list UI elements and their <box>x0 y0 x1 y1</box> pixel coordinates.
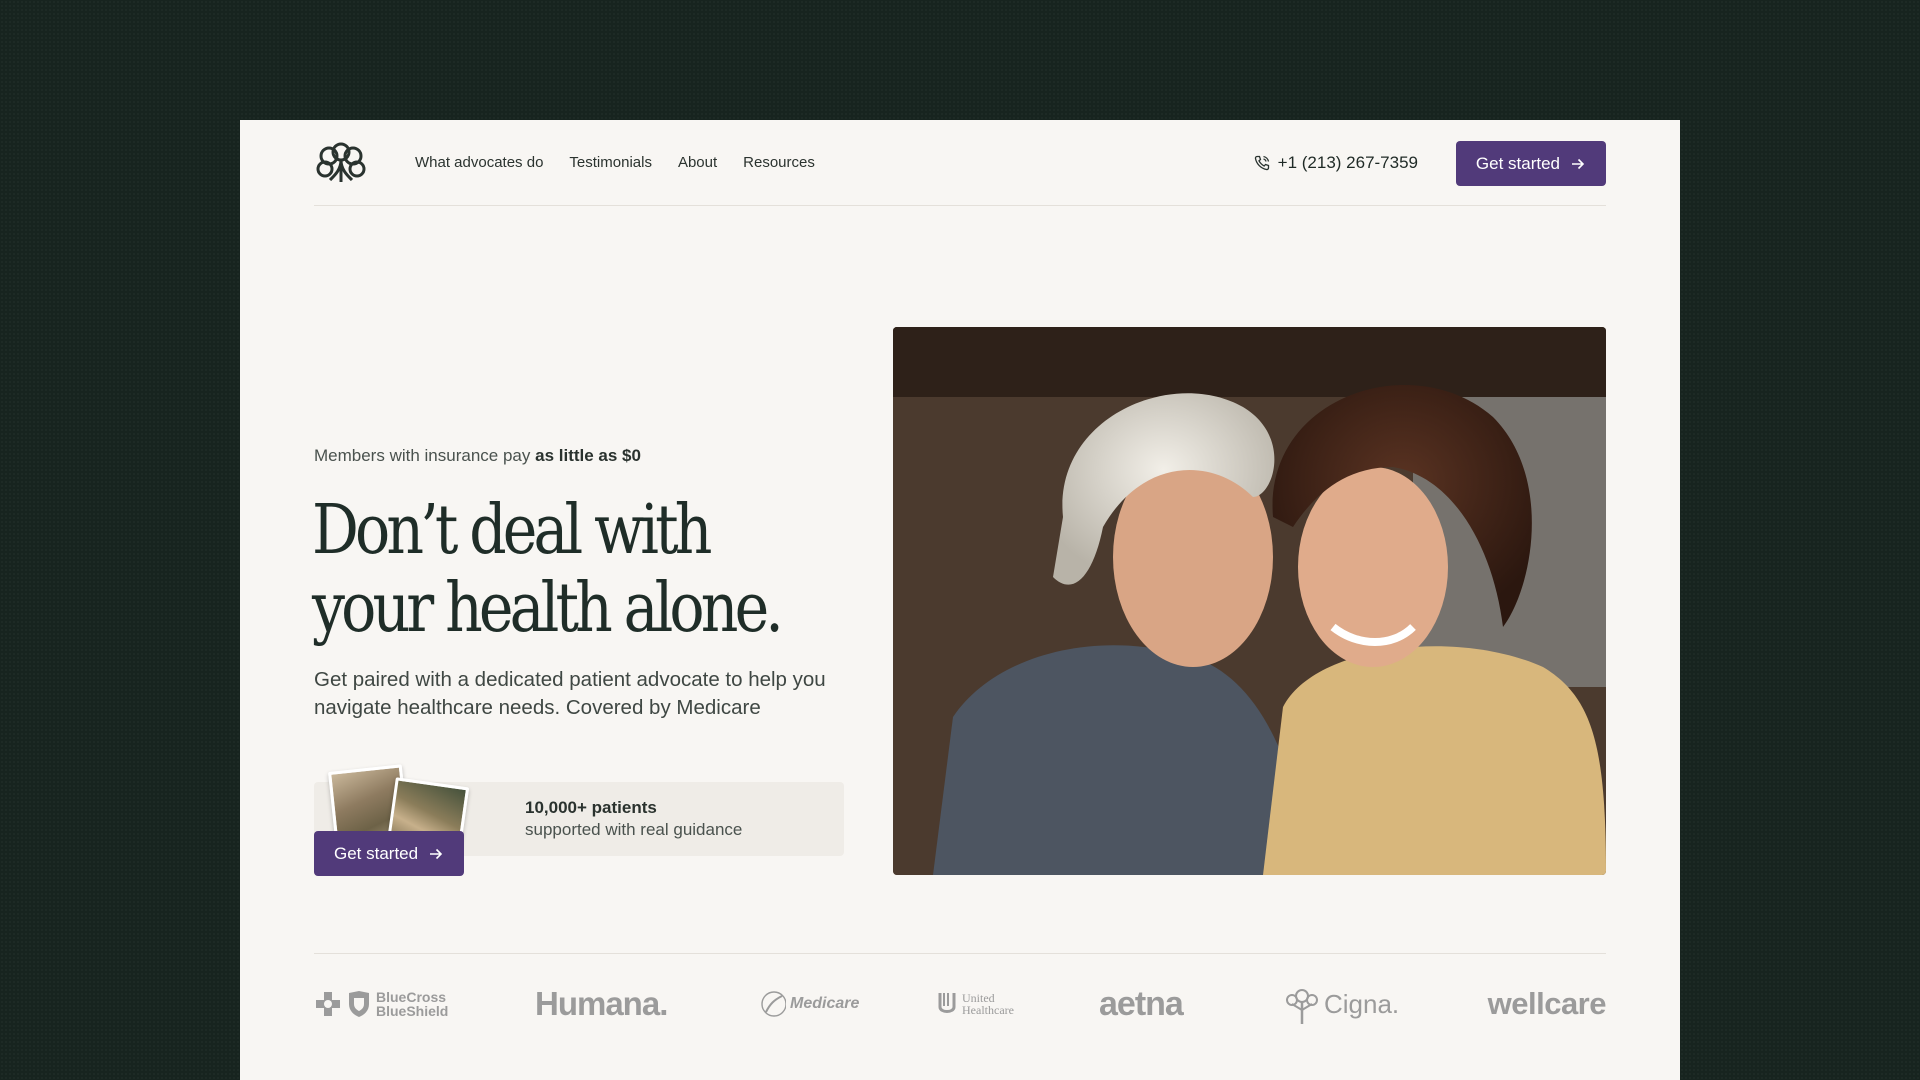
hero-get-started-button[interactable]: Get started <box>314 831 465 876</box>
arrow-right-icon <box>430 848 443 859</box>
insurance-partner-logos: BlueCross BlueShield Humana. Medicare Un… <box>314 982 1607 1026</box>
phone-icon <box>1254 155 1269 171</box>
humana-logo: Humana. <box>535 985 668 1022</box>
eyebrow-emphasis: as little as $0 <box>535 446 641 465</box>
hero-photo-illustration <box>893 327 1606 875</box>
nav-link-resources[interactable]: Resources <box>743 154 815 171</box>
uhc-u-icon <box>938 993 956 1013</box>
social-proof-text: 10,000+ patients supported with real gui… <box>525 798 742 840</box>
uhc-wordmark: United Healthcare <box>962 992 1014 1016</box>
phone-link[interactable]: +1 (213) 267-7359 <box>1254 153 1418 173</box>
hero-photo-grandmother-and-granddaughter <box>893 327 1606 875</box>
medicare-logo: Medicare <box>760 982 859 1026</box>
bcbs-line-1: BlueCross <box>376 989 447 1005</box>
bcbs-wordmark: BlueCross BlueShield <box>376 990 448 1018</box>
pricing-eyebrow: Members with insurance pay as little as … <box>314 446 641 466</box>
cigna-tree-icon <box>1286 989 1318 1024</box>
bcbs-line-2: BlueShield <box>376 1003 449 1019</box>
nav-link-testimonials[interactable]: Testimonials <box>569 154 652 171</box>
eyebrow-text: Members with insurance pay <box>314 446 531 465</box>
nav-link-about[interactable]: About <box>678 154 717 171</box>
top-nav: What advocates do Testimonials About Res… <box>314 120 1606 206</box>
nav-links: What advocates do Testimonials About Res… <box>415 154 815 171</box>
patients-description: supported with real guidance <box>525 820 743 839</box>
landing-page: What advocates do Testimonials About Res… <box>240 120 1680 1080</box>
unitedhealthcare-logo: United Healthcare <box>938 982 1014 1026</box>
cigna-logo: Cigna. <box>1284 982 1399 1026</box>
section-divider <box>314 953 1606 954</box>
nav-link-what-advocates-do[interactable]: What advocates do <box>415 154 543 171</box>
uhc-line-2: Healthcare <box>962 1003 1014 1017</box>
nav-get-started-button[interactable]: Get started <box>1455 141 1606 186</box>
cigna-wordmark: Cigna. <box>1324 988 1400 1019</box>
hero-headline: Don’t deal with your health alone. <box>312 491 784 648</box>
blue-shield-icon <box>349 991 369 1017</box>
aetna-logo: aetna <box>1099 984 1184 1023</box>
hero-subhead: Get paired with a dedicated patient advo… <box>314 668 826 719</box>
bluecross-blueshield-logo: BlueCross BlueShield <box>314 982 448 1026</box>
medicare-wordmark: Medicare <box>790 995 860 1012</box>
medicare-emblem-icon <box>761 991 786 1017</box>
brand-logo-icon[interactable] <box>314 142 368 184</box>
arrow-right-icon <box>1572 158 1585 169</box>
patients-count: 10,000+ patients <box>525 798 657 817</box>
wellcare-logo: wellcare <box>1487 986 1607 1021</box>
blue-cross-icon <box>316 992 340 1016</box>
hero-get-started-label: Get started <box>334 843 419 863</box>
phone-number: +1 (213) 267-7359 <box>1277 153 1418 172</box>
nav-get-started-label: Get started <box>1475 153 1560 173</box>
